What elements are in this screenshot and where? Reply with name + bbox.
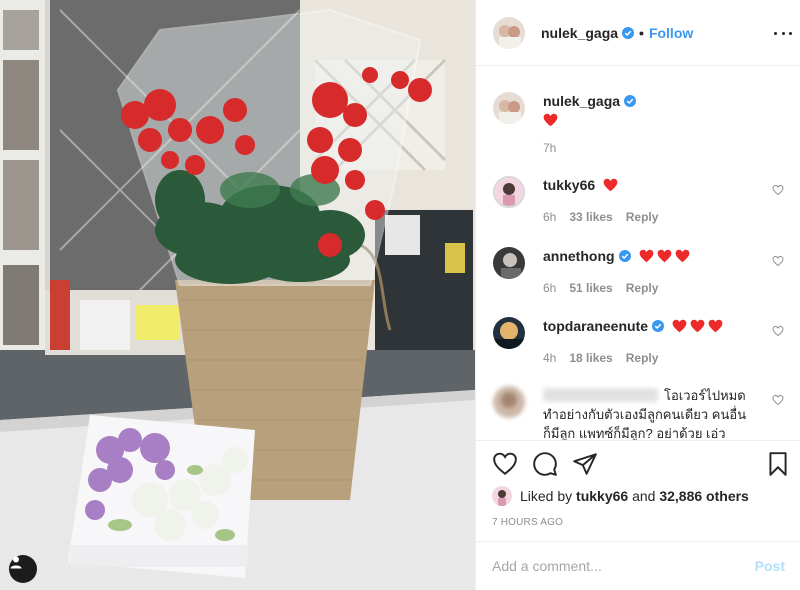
- red-heart-emoji: [603, 178, 618, 192]
- commenter-avatar[interactable]: [493, 317, 525, 349]
- like-comment-heart-icon[interactable]: [772, 325, 784, 337]
- comment-likes[interactable]: 33 likes: [569, 210, 612, 224]
- person-tag-icon[interactable]: [9, 555, 37, 583]
- separator-dot: •: [639, 24, 644, 41]
- comment-input[interactable]: [492, 558, 755, 574]
- commenter-avatar[interactable]: [493, 247, 525, 279]
- like-comment-heart-icon[interactable]: [772, 255, 784, 267]
- add-comment-bar: Post: [476, 541, 800, 590]
- liked-by-row: Liked by tukky66 and 32,886 others: [492, 486, 749, 506]
- post-header: nulek_gaga • Follow: [476, 0, 800, 66]
- comment-time[interactable]: 4h: [543, 351, 556, 365]
- post-sidebar: nulek_gaga • Follow nulek_gaga 7h tukky6…: [475, 0, 800, 590]
- reply-button[interactable]: Reply: [626, 210, 659, 224]
- liker-avatar[interactable]: [492, 486, 512, 506]
- verified-badge-icon: [624, 95, 637, 107]
- follow-button[interactable]: Follow: [649, 25, 693, 41]
- comment-username[interactable]: tukky66: [543, 176, 595, 194]
- caption-username[interactable]: nulek_gaga: [543, 92, 620, 110]
- more-dots-icon[interactable]: [774, 24, 792, 42]
- post-photo[interactable]: [0, 0, 475, 590]
- likes-count[interactable]: 32,886 others: [659, 488, 749, 504]
- author-avatar[interactable]: [493, 16, 525, 49]
- post-timestamp[interactable]: 7 HOURS AGO: [492, 517, 563, 528]
- commenter-avatar[interactable]: [493, 386, 525, 418]
- like-comment-heart-icon[interactable]: [772, 184, 784, 196]
- comment-username[interactable]: topdaraneenute: [543, 317, 648, 335]
- comment-text: ก็มีลูก แพทซ์ก็มีลูก? อย่าด้วย เอ่ว: [543, 426, 726, 440]
- liked-by-prefix: Liked by: [520, 488, 573, 504]
- comment-text: โอเวอร์ไปหมด: [664, 388, 746, 403]
- commenter-avatar[interactable]: [493, 176, 525, 208]
- bookmark-icon[interactable]: [765, 451, 791, 477]
- comments-list[interactable]: nulek_gaga 7h tukky66 6h 33 likes Reply …: [476, 66, 800, 440]
- verified-badge-icon: [622, 26, 635, 39]
- comment-bubble-icon[interactable]: [532, 451, 558, 477]
- verified-badge-icon: [652, 320, 665, 332]
- author-avatar[interactable]: [493, 92, 525, 124]
- caption-time[interactable]: 7h: [543, 141, 556, 155]
- blurred-username: [543, 388, 658, 402]
- author-username[interactable]: nulek_gaga: [541, 25, 618, 41]
- comment-likes[interactable]: 18 likes: [569, 351, 612, 365]
- red-heart-emoji: [543, 113, 558, 127]
- like-heart-icon[interactable]: [492, 451, 518, 477]
- red-heart-emoji: [639, 249, 690, 263]
- reply-button[interactable]: Reply: [626, 351, 659, 365]
- comment-text: ทำอย่างกับตัวเองมีลูกคนเดียว คนอื่น: [543, 407, 747, 422]
- comment-username[interactable]: annethong: [543, 247, 615, 265]
- like-comment-heart-icon[interactable]: [772, 394, 784, 406]
- comment-time[interactable]: 6h: [543, 210, 556, 224]
- comment-likes[interactable]: 51 likes: [569, 281, 612, 295]
- flower-pot-photo: [0, 0, 475, 590]
- reply-button[interactable]: Reply: [626, 281, 659, 295]
- red-heart-emoji: [672, 319, 723, 333]
- verified-badge-icon: [618, 250, 631, 262]
- comment-time[interactable]: 6h: [543, 281, 556, 295]
- action-bar: [476, 440, 800, 488]
- share-paper-plane-icon[interactable]: [572, 451, 598, 477]
- post-comment-button[interactable]: Post: [755, 558, 785, 574]
- liked-by-user[interactable]: tukky66: [576, 488, 628, 504]
- liked-by-and: and: [632, 488, 656, 504]
